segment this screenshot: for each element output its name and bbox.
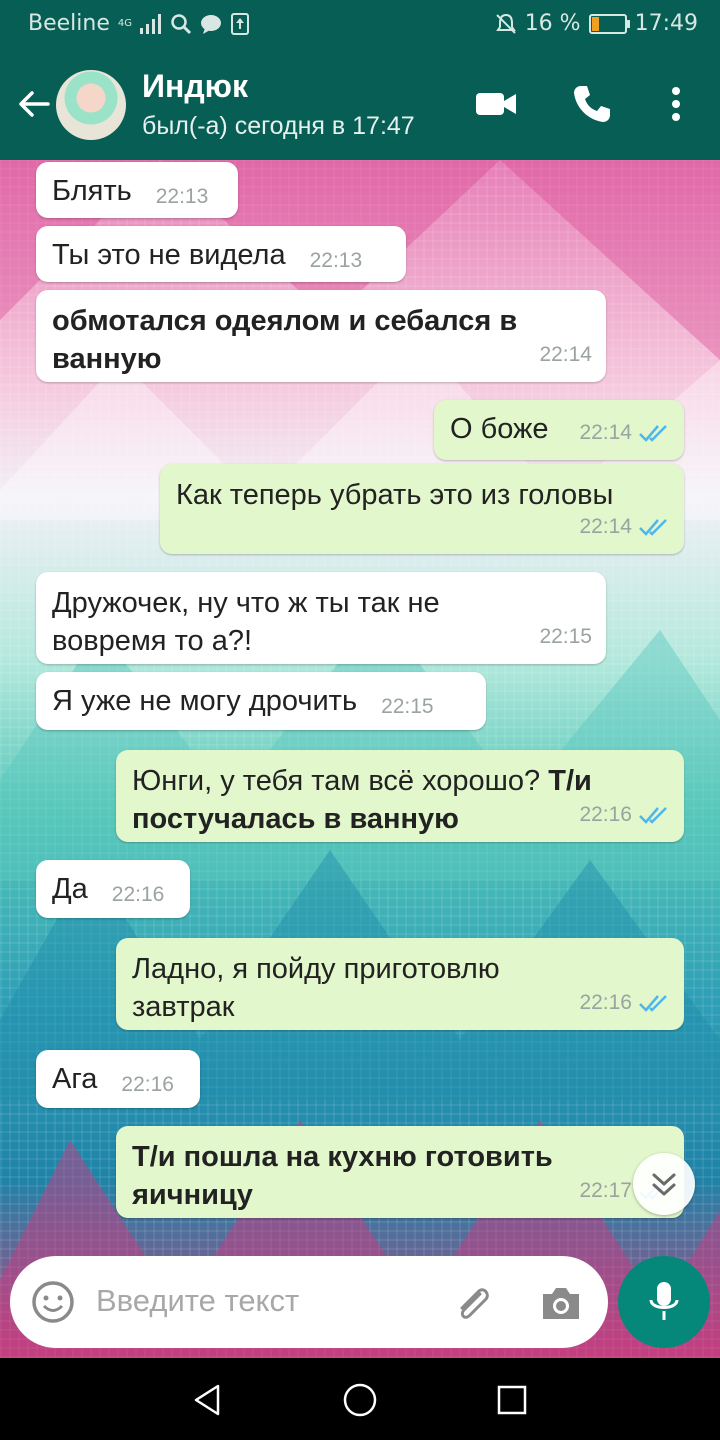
message-text: Ты это не видела [52, 239, 286, 271]
network-type: 4G [117, 18, 132, 29]
voice-record-button[interactable] [618, 1256, 710, 1348]
message-time: 22:14 [579, 515, 632, 538]
message-outgoing[interactable]: Юнги, у тебя там всё хорошо? Т/и постуча… [116, 750, 684, 842]
status-bar: Beeline 4G 16 % 17:49 [0, 0, 720, 48]
message-outgoing[interactable]: Как теперь убрать это из головы 22:14 [160, 464, 684, 554]
more-options-icon[interactable] [652, 80, 700, 128]
message-incoming[interactable]: Да 22:16 [36, 860, 190, 918]
message-incoming[interactable]: Блять 22:13 [36, 162, 238, 218]
message-time: 22:16 [579, 991, 632, 1014]
message-text: Ага [52, 1063, 98, 1095]
nav-back-icon[interactable] [188, 1380, 228, 1420]
chat-area[interactable]: Блять 22:13 Ты это не видела 22:13 обмотал… [0, 160, 720, 1358]
message-time: 22:17 [579, 1179, 632, 1202]
message-text: Юнги, у тебя там всё хорошо? [132, 765, 541, 797]
nav-recents-icon[interactable] [492, 1380, 532, 1420]
emoji-icon[interactable] [30, 1279, 76, 1325]
message-text: Я уже не могу дрочить [52, 685, 358, 717]
message-time: 22:15 [539, 625, 592, 648]
back-arrow-icon[interactable] [14, 84, 54, 124]
message-input-bar[interactable]: Введите текст [10, 1256, 608, 1348]
message-time: 22:15 [381, 695, 434, 718]
message-text: О боже [450, 413, 549, 445]
message-text: обмотался одеялом и себался в ванную [52, 305, 518, 375]
video-call-icon[interactable] [472, 80, 520, 128]
camera-icon[interactable] [538, 1280, 584, 1326]
chat-bubble-icon [201, 14, 221, 34]
message-text: Да [52, 873, 88, 905]
message-text: Блять [52, 175, 132, 207]
clock: 17:49 [634, 11, 698, 36]
message-incoming[interactable]: Ага 22:16 [36, 1050, 200, 1108]
message-time: 22:16 [579, 803, 632, 826]
message-time: 22:16 [111, 883, 165, 906]
message-time: 22:14 [539, 343, 592, 366]
contact-name[interactable]: Индюк [142, 68, 248, 105]
battery-icon [588, 13, 630, 34]
upload-icon [231, 12, 249, 35]
message-outgoing[interactable]: Ладно, я пойду приготовлю завтрак 22:16 [116, 938, 684, 1030]
message-time: 22:13 [309, 249, 363, 272]
message-input[interactable]: Введите текст [96, 1283, 299, 1319]
message-text: Ладно, я пойду приготовлю завтрак [132, 953, 500, 1023]
phone-call-icon[interactable] [568, 80, 616, 128]
last-seen-status[interactable]: был(-а) сегодня в 17:47 [142, 112, 415, 141]
attach-paperclip-icon[interactable] [450, 1280, 496, 1326]
message-outgoing[interactable]: Т/и пошла на кухню готовить яичницу 22:1… [116, 1126, 684, 1218]
avatar[interactable] [56, 70, 126, 140]
message-text: Дружочек, ну что ж ты так не вовремя то … [52, 587, 440, 657]
double-check-read-icon [639, 425, 667, 442]
scroll-to-bottom-button[interactable] [633, 1153, 695, 1215]
search-icon [171, 13, 192, 34]
carrier-name: Beeline [28, 11, 110, 36]
message-time: 22:13 [155, 185, 209, 208]
message-text: Т/и пошла на кухню готовить яичницу [132, 1141, 553, 1211]
signal-icon [140, 13, 161, 34]
double-check-read-icon [639, 995, 667, 1012]
microphone-icon [649, 1282, 679, 1320]
double-check-read-icon [639, 519, 667, 536]
message-incoming[interactable]: обмотался одеялом и себался в ванную 22:… [36, 290, 606, 382]
message-incoming[interactable]: Дружочек, ну что ж ты так не вовремя то … [36, 572, 606, 664]
battery-percent: 16 % [524, 11, 581, 36]
double-chevron-down-icon [652, 1173, 676, 1196]
message-time: 22:14 [579, 421, 632, 444]
message-time: 22:16 [121, 1073, 174, 1096]
message-incoming[interactable]: Я уже не могу дрочить 22:15 [36, 672, 486, 730]
message-incoming[interactable]: Ты это не видела 22:13 [36, 226, 406, 282]
mute-bell-icon [495, 13, 516, 34]
chat-header: Индюк был(-а) сегодня в 17:47 [0, 48, 720, 160]
double-check-read-icon [639, 807, 667, 824]
system-nav-bar [0, 1358, 720, 1440]
nav-home-icon[interactable] [340, 1380, 380, 1420]
message-outgoing[interactable]: О боже 22:14 [434, 400, 684, 460]
